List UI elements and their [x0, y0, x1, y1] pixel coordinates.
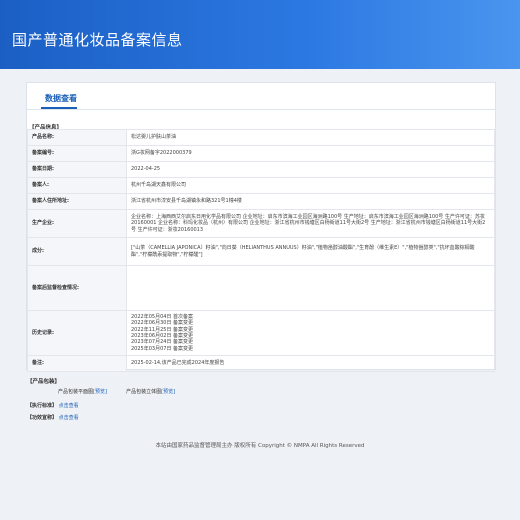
flat-diagram-label: 产品包装平面图 [58, 389, 94, 395]
table-row: 备案人: 杭州千岛湖天鑫有限公司 [27, 177, 495, 194]
page-header: 国产普通化妆品备案信息 [0, 0, 520, 69]
ingredients-value: ["山茶（CAMELLIA JAPONICA）籽油","向日葵（HELIANTH… [126, 237, 495, 266]
row-label: 备注: [27, 355, 127, 372]
history-value: 2022年05月04日 首次备案 2022年06月30日 备案变更 2022年1… [126, 310, 495, 356]
efficacy-section-title: 【功效宣称】 [27, 415, 58, 421]
stereo-diagram-label: 产品包装立体图 [126, 389, 162, 395]
flat-diagram-preview-link[interactable]: [预览] [93, 389, 107, 395]
row-label: 历史记录: [27, 310, 127, 356]
remark-value: 2025-02-14,该产品已完成2024年度报告 [126, 355, 495, 372]
row-label: 备案人住所地址: [27, 193, 127, 210]
inspection-value [126, 265, 495, 311]
product-info-table: 产品名称: 松达婴儿护肤山茶油 备案编号: 浙G妆网备字2022000379 备… [27, 129, 495, 372]
table-row: 备案后监督检查情况: [27, 265, 495, 311]
history-entry: 2025年03月07日 备案变更 [131, 345, 194, 352]
tab-bar: 数据查看 [27, 83, 495, 110]
row-label: 产品名称: [27, 129, 127, 146]
standard-section-title: 【执行标准】 [27, 403, 58, 409]
table-row: 备案编号: 浙G妆网备字2022000379 [27, 145, 495, 162]
packaging-section-title: 【产品包装】 [27, 379, 61, 385]
table-row: 备注: 2025-02-14,该产品已完成2024年度报告 [27, 355, 495, 372]
tab-data-view[interactable]: 数据查看 [45, 93, 77, 104]
tab-active-indicator [41, 107, 77, 109]
registrant-address-value: 浙江省杭州市淳安县千岛湖镇永和路321号1幢4楼 [126, 193, 495, 210]
table-row: 生产企业: 企业名称：上海西西艾尔启东日用化学品有限公司 企业地址：启东市滨海工… [27, 209, 495, 238]
standard-view-link[interactable]: 点击查看 [59, 403, 79, 409]
row-label: 备案后监督检查情况: [27, 265, 127, 311]
product-name-value: 松达婴儿护肤山茶油 [126, 129, 495, 146]
row-label: 备案编号: [27, 145, 127, 162]
row-label: 生产企业: [27, 209, 127, 238]
table-row: 备案日期: 2022-04-25 [27, 161, 495, 178]
efficacy-view-link[interactable]: 点击查看 [59, 415, 79, 421]
record-date-value: 2022-04-25 [126, 161, 495, 178]
row-label: 备案日期: [27, 161, 127, 178]
page-footer: 本站由国家药品监督管理局主办 版权所有 Copyright © NMPA All… [155, 443, 365, 449]
table-row: 备案人住所地址: 浙江省杭州市淳安县千岛湖镇永和路321号1幢4楼 [27, 193, 495, 210]
stereo-diagram-preview-link[interactable]: [预览] [161, 389, 175, 395]
row-label: 成分: [27, 237, 127, 266]
manufacturer-value: 企业名称：上海西西艾尔启东日用化学品有限公司 企业地址：启东市滨海工业园区海洲路… [126, 209, 495, 238]
packaging-row: 产品包装平面图[预览] 产品包装立体图[预览] [58, 388, 175, 395]
registrant-value: 杭州千岛湖天鑫有限公司 [126, 177, 495, 194]
table-row: 成分: ["山茶（CAMELLIA JAPONICA）籽油","向日葵（HELI… [27, 237, 495, 266]
content-card: 数据查看 【产品信息】 产品名称: 松达婴儿护肤山茶油 备案编号: 浙G妆网备字… [26, 82, 496, 372]
table-row: 历史记录: 2022年05月04日 首次备案 2022年06月30日 备案变更 … [27, 310, 495, 356]
record-number-value: 浙G妆网备字2022000379 [126, 145, 495, 162]
page-title: 国产普通化妆品备案信息 [12, 31, 183, 49]
table-row: 产品名称: 松达婴儿护肤山茶油 [27, 129, 495, 146]
efficacy-row: 【功效宣称】 点击查看 [27, 414, 79, 421]
row-label: 备案人: [27, 177, 127, 194]
standard-row: 【执行标准】 点击查看 [27, 402, 79, 409]
